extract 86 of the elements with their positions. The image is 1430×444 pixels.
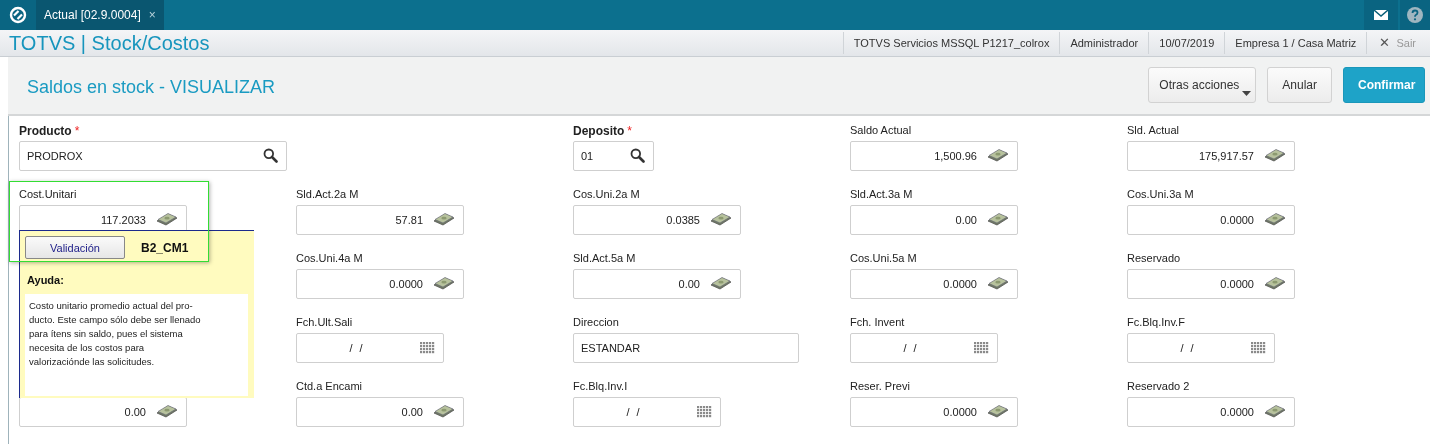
actions-menu-button[interactable]: Otras acciones bbox=[1148, 67, 1257, 104]
field-label: Reser. Previ bbox=[850, 380, 910, 392]
help-heading: Ayuda: bbox=[27, 274, 65, 286]
cash-icon[interactable] bbox=[433, 213, 455, 227]
header-info: Administrador bbox=[1059, 32, 1149, 55]
cash-icon[interactable] bbox=[1264, 213, 1286, 227]
input-field[interactable]: 0.0000 bbox=[296, 269, 464, 299]
input-field[interactable]: 1,500.96 bbox=[850, 141, 1018, 171]
field-label: Ctd.a Encami bbox=[296, 380, 363, 392]
calendar-icon[interactable] bbox=[420, 342, 435, 354]
app-title: TOTVS | Stock/Costos bbox=[9, 31, 210, 55]
field-label: Cos.Uni.2a M bbox=[573, 188, 640, 200]
close-icon[interactable]: × bbox=[148, 8, 156, 23]
field-label: Reservado 2 bbox=[1127, 380, 1190, 392]
input-field[interactable]: 0.00 bbox=[19, 397, 187, 427]
input-field[interactable]: 0.00 bbox=[573, 269, 741, 299]
search-icon[interactable] bbox=[263, 148, 278, 164]
field-label: Direccion bbox=[573, 316, 619, 328]
help-text: Costo unitario promedio actual del pro- ducto. Este campo sólo debe ser llenado para ítens sin saldo, pues el sistema necesita de los costos para valorizaciónde las solicitudes. bbox=[29, 299, 202, 369]
input-field[interactable]: 0.00 bbox=[296, 397, 464, 427]
input-field[interactable]: 0.0000 bbox=[850, 269, 1018, 299]
input-field[interactable]: 57.81 bbox=[296, 205, 464, 235]
field-label: Cos.Uni.3a M bbox=[1127, 188, 1194, 200]
cash-icon[interactable] bbox=[1264, 405, 1286, 419]
calendar-icon[interactable] bbox=[974, 342, 989, 354]
required-marker: * bbox=[627, 124, 632, 138]
input-field[interactable]: / / bbox=[296, 333, 444, 363]
field-label: Reservado bbox=[1127, 252, 1181, 264]
cash-icon[interactable] bbox=[710, 213, 732, 227]
search-icon[interactable] bbox=[630, 148, 645, 164]
input-field[interactable]: 0.0000 bbox=[850, 397, 1018, 427]
help-icon bbox=[1407, 7, 1423, 24]
mail-button[interactable] bbox=[1364, 0, 1398, 31]
calendar-icon[interactable] bbox=[1251, 342, 1266, 354]
field-label: Sld.Act.2a M bbox=[296, 188, 359, 200]
header-info: Empresa 1 / Casa Matriz bbox=[1224, 32, 1367, 55]
field-label: Cos.Uni.5a M bbox=[850, 252, 917, 264]
input-field[interactable]: 0.0385 bbox=[573, 205, 741, 235]
field-label: Sld.Act.3a M bbox=[850, 188, 913, 200]
input-field[interactable]: 01 bbox=[573, 141, 654, 171]
input-field[interactable]: 0.00 bbox=[850, 205, 1018, 235]
cash-icon[interactable] bbox=[987, 149, 1009, 163]
field-label: Fch.Ult.Sali bbox=[296, 316, 353, 328]
field-label: Fc.Blq.Inv.I bbox=[573, 380, 628, 392]
field-id: B2_CM1 bbox=[141, 241, 189, 255]
cash-icon[interactable] bbox=[710, 277, 732, 291]
input-field[interactable]: 0.0000 bbox=[1127, 269, 1295, 299]
input-field[interactable]: 0.0000 bbox=[1127, 397, 1295, 427]
cash-icon[interactable] bbox=[987, 213, 1009, 227]
help-button[interactable] bbox=[1400, 0, 1430, 31]
field-label: Sld.Act.5a M bbox=[573, 252, 636, 264]
tab[interactable]: Actual [02.9.0004] × bbox=[36, 0, 164, 31]
input-field[interactable]: PRODROX bbox=[19, 141, 287, 171]
cash-icon[interactable] bbox=[156, 213, 178, 227]
field-label: Deposito bbox=[573, 124, 625, 138]
cash-icon[interactable] bbox=[433, 277, 455, 291]
field-label: Producto bbox=[19, 124, 72, 138]
cash-icon[interactable] bbox=[1264, 277, 1286, 291]
cash-icon[interactable] bbox=[433, 405, 455, 419]
exit-button[interactable]: ✕ Sair bbox=[1366, 32, 1430, 55]
calendar-icon[interactable] bbox=[697, 406, 712, 418]
page-title: Saldos en stock - VISUALIZAR bbox=[27, 76, 276, 98]
header-info: 10/07/2019 bbox=[1148, 32, 1225, 55]
field-label: Cost.Unitari bbox=[19, 188, 77, 200]
input-field[interactable]: / / bbox=[850, 333, 998, 363]
input-field[interactable]: ESTANDAR bbox=[573, 333, 799, 363]
field-label: Saldo Actual bbox=[850, 124, 912, 136]
field-label: Fch. Invent bbox=[850, 316, 905, 328]
cash-icon[interactable] bbox=[987, 277, 1009, 291]
validation-button[interactable]: Validación bbox=[25, 236, 125, 260]
field-label: Sld. Actual bbox=[1127, 124, 1179, 136]
cash-icon[interactable] bbox=[987, 405, 1009, 419]
input-field[interactable]: 175,917.57 bbox=[1127, 141, 1295, 171]
cancel-button[interactable]: Anular bbox=[1267, 67, 1332, 104]
input-field[interactable]: 0.0000 bbox=[1127, 205, 1295, 235]
envelope-icon bbox=[1374, 10, 1388, 21]
required-marker: * bbox=[74, 124, 80, 138]
field-label: Fc.Blq.Inv.F bbox=[1127, 316, 1185, 328]
input-field[interactable]: / / bbox=[1127, 333, 1275, 363]
input-field[interactable]: / / bbox=[573, 397, 721, 427]
cash-icon[interactable] bbox=[1264, 149, 1286, 163]
cash-icon[interactable] bbox=[156, 405, 178, 419]
field-label: Cos.Uni.4a M bbox=[296, 252, 363, 264]
caret-icon bbox=[1242, 91, 1252, 97]
header-info: TOTVS Servicios MSSQL P1217_colrox bbox=[842, 32, 1060, 55]
logo-icon[interactable] bbox=[9, 6, 27, 25]
